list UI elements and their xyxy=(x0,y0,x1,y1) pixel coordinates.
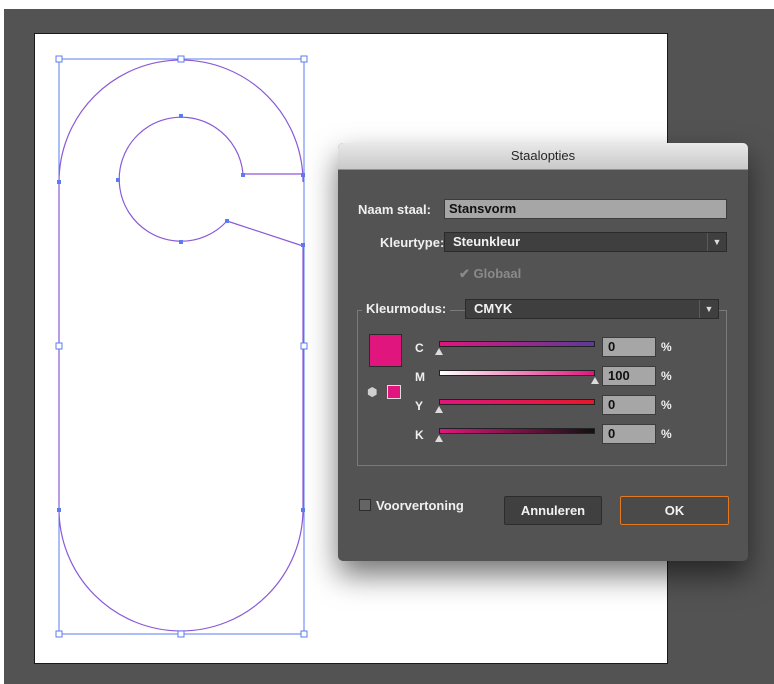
channel-y-label: Y xyxy=(415,399,424,413)
color-type-label: Kleurtype: xyxy=(380,235,445,250)
triangle-up-icon[interactable] xyxy=(435,348,443,355)
outer-contour xyxy=(58,59,304,632)
swatch-options-dialog: Staalopties Naam staal: Stansvorm Kleurt… xyxy=(338,143,748,561)
channel-c-input[interactable]: 0 xyxy=(602,337,656,357)
channel-m-unit: % xyxy=(661,369,672,383)
selection-bounding-box xyxy=(58,58,305,635)
global-checkbox[interactable]: ✔ Globaal xyxy=(459,266,521,282)
channel-k-label: K xyxy=(415,428,424,442)
inner-cutout xyxy=(118,116,304,247)
channel-k-input[interactable]: 0 xyxy=(602,424,656,444)
checkmark-icon: ✔ xyxy=(459,266,470,281)
cube-icon[interactable]: ⬢ xyxy=(367,385,377,399)
swatch-name-input[interactable]: Stansvorm xyxy=(444,199,727,219)
triangle-up-icon[interactable] xyxy=(435,406,443,413)
triangle-up-icon[interactable] xyxy=(435,435,443,442)
channel-c-unit: % xyxy=(661,340,672,354)
color-mode-select[interactable]: CMYK ▼ xyxy=(465,299,719,319)
color-mode-group xyxy=(357,310,727,466)
global-label: Globaal xyxy=(473,266,522,281)
color-mode-label: Kleurmodus: xyxy=(362,301,451,316)
color-preview-swatch xyxy=(369,334,402,367)
channel-y-input[interactable]: 0 xyxy=(602,395,656,415)
cancel-button[interactable]: Annuleren xyxy=(504,496,602,525)
chevron-down-icon: ▼ xyxy=(699,300,718,318)
channel-k-unit: % xyxy=(661,427,672,441)
color-type-select[interactable]: Steunkleur ▼ xyxy=(444,232,727,252)
channel-m-label: M xyxy=(415,370,425,384)
preview-checkbox[interactable] xyxy=(359,499,371,511)
swatch-name-label: Naam staal: xyxy=(358,202,431,217)
ok-button[interactable]: OK xyxy=(620,496,729,525)
preview-label: Voorvertoning xyxy=(376,498,464,513)
channel-m-slider[interactable] xyxy=(439,370,595,376)
channel-y-slider[interactable] xyxy=(439,399,595,405)
web-safe-swatch[interactable] xyxy=(387,385,401,399)
dialog-title: Staalopties xyxy=(510,148,576,163)
channel-y-unit: % xyxy=(661,398,672,412)
chevron-down-icon: ▼ xyxy=(707,233,726,251)
triangle-up-icon[interactable] xyxy=(591,377,599,384)
channel-m-input[interactable]: 100 xyxy=(602,366,656,386)
channel-c-label: C xyxy=(415,341,424,355)
channel-c-slider[interactable] xyxy=(439,341,595,347)
channel-k-slider[interactable] xyxy=(439,428,595,434)
bounding-box-handles[interactable] xyxy=(55,55,308,638)
color-mode-value: CMYK xyxy=(474,301,513,316)
dialog-titlebar[interactable]: Staalopties xyxy=(338,143,748,170)
color-type-value: Steunkleur xyxy=(453,234,521,249)
anchor-points xyxy=(57,114,305,635)
